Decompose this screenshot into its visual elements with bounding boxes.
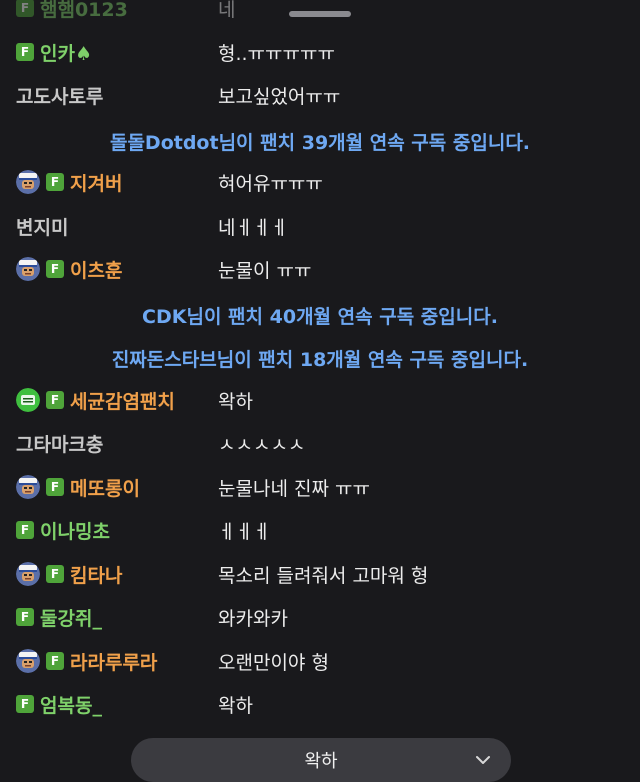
fan-badge-icon: F	[46, 478, 64, 496]
chat-author[interactable]: 변지미	[16, 210, 68, 242]
fan-badge-icon: F	[46, 173, 64, 191]
sailor-avatar-icon	[16, 475, 40, 499]
chevron-down-icon[interactable]	[473, 750, 493, 774]
fan-badge-icon: F	[16, 695, 34, 713]
chat-message-text: 오랜만이야 형	[218, 651, 329, 674]
fan-badge-icon: F	[16, 0, 34, 17]
chat-nickname[interactable]: 인카♠	[40, 39, 92, 66]
chat-message[interactable]: F 세균감염팬치 왁하	[0, 384, 640, 416]
chat-message[interactable]: F 라라루루라 오랜만이야 형	[0, 645, 640, 677]
fan-badge-icon: F	[46, 565, 64, 583]
chat-nickname[interactable]: 햄햄0123	[40, 0, 128, 22]
chat-message-text: ㅔㅔㅔ	[218, 520, 271, 543]
chat-message[interactable]: 고도사토루 보고싶었어ㅠㅠ	[0, 79, 640, 111]
fan-badge-icon: F	[16, 608, 34, 626]
chat-message[interactable]: F 킴타나 목소리 들려줘서 고마워 형	[0, 558, 640, 590]
fan-badge-icon: F	[16, 521, 34, 539]
chat-nickname[interactable]: 엄복동_	[40, 691, 102, 718]
chat-author[interactable]: F 메또롱이	[16, 471, 140, 503]
sailor-avatar-icon	[16, 170, 40, 194]
chat-nickname[interactable]: 메또롱이	[70, 474, 140, 501]
chat-author[interactable]: F 세균감염팬치	[16, 384, 175, 416]
green-face-avatar-icon	[16, 388, 40, 412]
chat-author[interactable]: 그타마크충	[16, 427, 103, 459]
chat-nickname[interactable]: 지겨버	[70, 169, 122, 196]
chat-nickname[interactable]: 둘강쥐_	[40, 604, 102, 631]
chat-message-text: 눈물이 ㅠㅠ	[218, 259, 312, 282]
chat-message[interactable]: F 햄햄0123 네	[0, 0, 640, 24]
chat-message[interactable]: F 인카♠ 형..ㅠㅠㅠㅠㅠ	[0, 36, 640, 68]
chat-author[interactable]: F 인카♠	[16, 36, 92, 68]
chat-message[interactable]: F 메또롱이 눈물나네 진짜 ㅠㅠ	[0, 471, 640, 503]
chat-nickname[interactable]: 이나밍초	[40, 517, 110, 544]
chat-message[interactable]: F 이츠훈 눈물이 ㅠㅠ	[0, 253, 640, 285]
chat-message-text: 혀어유ㅠㅠㅠ	[218, 172, 323, 195]
fan-badge-icon: F	[46, 391, 64, 409]
subscription-notice: CDK님이 팬치 40개월 연속 구독 중입니다.	[142, 306, 498, 328]
chat-nickname[interactable]: 세균감염팬치	[70, 387, 175, 414]
latest-message-bar[interactable]: 왁하	[131, 738, 511, 782]
chat-nickname[interactable]: 킴타나	[70, 561, 122, 588]
fan-badge-icon: F	[46, 652, 64, 670]
chat-message-text: 와카와카	[218, 607, 288, 630]
chat-nickname[interactable]: 라라루루라	[70, 648, 157, 675]
chat-nickname[interactable]: 고도사토루	[16, 82, 103, 109]
chat-message[interactable]: 변지미 네ㅔㅔㅔ	[0, 210, 640, 242]
chat-message-text: 형..ㅠㅠㅠㅠㅠ	[218, 42, 335, 65]
chat-author[interactable]: F 엄복동_	[16, 688, 102, 720]
chat-message-text: 네	[218, 0, 236, 21]
chat-message-text: 왁하	[218, 694, 253, 717]
chat-message-text: 네ㅔㅔㅔ	[218, 216, 288, 239]
chat-author[interactable]: F 지겨버	[16, 166, 122, 198]
latest-message-label: 왁하	[304, 751, 338, 772]
chat-message-text: 왁하	[218, 390, 253, 413]
chat-author[interactable]: F 이츠훈	[16, 253, 122, 285]
subscription-notice: 돌돌Dotdot님이 팬치 39개월 연속 구독 중입니다.	[109, 132, 531, 154]
chat-author[interactable]: F 햄햄0123	[16, 0, 128, 24]
chat-message[interactable]: F 이나밍초 ㅔㅔㅔ	[0, 514, 640, 546]
chat-message-text: 보고싶었어ㅠㅠ	[218, 85, 341, 108]
chat-message-text: ㅅㅅㅅㅅㅅ	[218, 433, 306, 456]
chat-author[interactable]: 고도사토루	[16, 79, 103, 111]
chat-message-text: 목소리 들려줘서 고마워 형	[218, 564, 429, 587]
chat-nickname[interactable]: 그타마크충	[16, 430, 103, 457]
chat-message-text: 눈물나네 진짜 ㅠㅠ	[218, 477, 370, 500]
chat-message[interactable]: 그타마크충 ㅅㅅㅅㅅㅅ	[0, 427, 640, 459]
chat-message[interactable]: F 지겨버 혀어유ㅠㅠㅠ	[0, 166, 640, 198]
chat-author[interactable]: F 라라루루라	[16, 645, 157, 677]
chat-message[interactable]: F 엄복동_ 왁하	[0, 688, 640, 720]
sailor-avatar-icon	[16, 562, 40, 586]
fan-badge-icon: F	[16, 43, 34, 61]
chat-message[interactable]: F 둘강쥐_ 와카와카	[0, 601, 640, 633]
subscription-notice: 진짜돈스타브님이 팬치 18개월 연속 구독 중입니다.	[111, 349, 529, 371]
chat-author[interactable]: F 둘강쥐_	[16, 601, 102, 633]
sailor-avatar-icon	[16, 257, 40, 281]
chat-author[interactable]: F 킴타나	[16, 558, 122, 590]
fan-badge-icon: F	[46, 260, 64, 278]
chat-nickname[interactable]: 이츠훈	[70, 256, 122, 283]
sailor-avatar-icon	[16, 649, 40, 673]
chat-nickname[interactable]: 변지미	[16, 213, 68, 240]
chat-author[interactable]: F 이나밍초	[16, 514, 110, 546]
